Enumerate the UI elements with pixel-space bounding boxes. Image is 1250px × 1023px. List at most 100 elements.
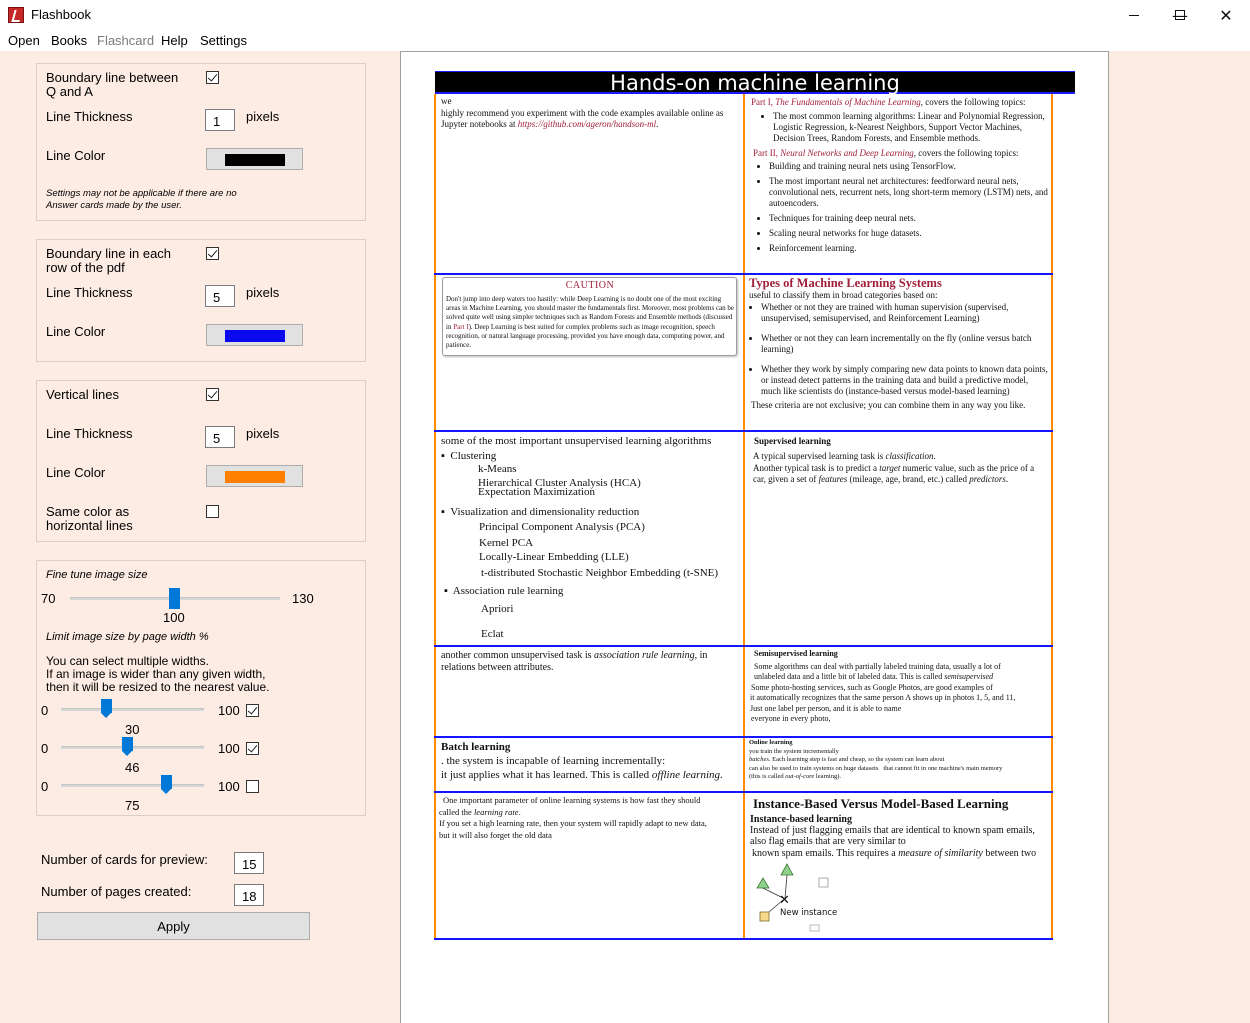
card-r1-answer: Part I, The Fundamentals of Machine Lear…	[751, 97, 1049, 272]
semi-l2b: semisupervised	[944, 672, 994, 681]
right-border-line	[1051, 94, 1053, 940]
vertical-lines-checkbox[interactable]	[206, 388, 219, 401]
types-heading: Types of Machine Learning Systems	[749, 276, 942, 290]
pages-count-input: 18	[234, 884, 264, 906]
types-bullet: Whether or not they are trained with hum…	[761, 302, 1049, 324]
width3-slider-track[interactable]	[61, 784, 204, 787]
r1-left-text-b: .	[656, 119, 659, 129]
types-bullet: Whether or not they can learn incrementa…	[761, 333, 1049, 355]
row-boundary-label: Boundary line in each row of the pdf	[46, 246, 172, 275]
menu-settings[interactable]: Settings	[200, 33, 247, 48]
part1-heading: Part I, The Fundamentals of Machine Lear…	[751, 97, 1049, 108]
online-l3b: that cannot fit in one machine's main me…	[883, 764, 1003, 772]
width2-checkbox[interactable]	[246, 742, 259, 755]
width1-slider-thumb[interactable]	[101, 699, 112, 718]
lr-line2: called the learning rate.	[439, 807, 741, 819]
inst-l3c: between two	[982, 848, 1037, 859]
triangle-icon	[780, 863, 794, 876]
fine-tune-slider-thumb[interactable]	[169, 588, 180, 609]
width1-checkbox[interactable]	[246, 704, 259, 717]
vertical-color-button[interactable]	[206, 465, 303, 487]
instance-line2: also flag emails that are very similar t…	[750, 836, 906, 847]
r1-left-text: highly recommend you experiment with the…	[441, 108, 739, 130]
kmeans-item: k-Means	[478, 463, 517, 475]
row-thickness-label: Line Thickness	[46, 285, 133, 300]
qa-color-button[interactable]	[206, 148, 303, 170]
types-list: Whether or not they are trained with hum…	[749, 302, 1049, 397]
vertical-thickness-input[interactable]: 5	[205, 426, 235, 448]
lr-line4: but it will also forget the old data	[439, 829, 552, 840]
menu-open[interactable]: Open	[8, 33, 40, 48]
sup-t2a: Another typical task is to predict a	[753, 463, 880, 473]
sup-t2d: features	[818, 474, 848, 484]
semi-l2a: unlabeled data and a little bit of label…	[754, 672, 945, 681]
caution-link[interactable]: Part I	[453, 323, 468, 331]
row-divider	[434, 645, 1053, 647]
supervised-line1: A typical supervised learning task is cl…	[753, 451, 1049, 462]
part2-title: Neural Networks and Deep Learning	[780, 148, 914, 158]
minimize-button-icon[interactable]	[1111, 0, 1157, 30]
width3-value: 75	[125, 798, 140, 813]
jupyter-link[interactable]: https://github.com/ageron/handson-ml	[518, 119, 656, 129]
width1-value: 30	[125, 722, 140, 737]
semi-line4: it automatically recognizes that the sam…	[750, 693, 1016, 702]
maximize-button[interactable]	[1157, 0, 1203, 30]
apply-button[interactable]: Apply	[37, 912, 310, 940]
sup-t1b: classification	[885, 451, 934, 461]
part2-prefix: Part II,	[753, 148, 781, 158]
width3-min: 0	[41, 779, 49, 794]
menu-help[interactable]: Help	[161, 33, 188, 48]
menu-flashcard[interactable]: Flashcard	[97, 33, 154, 48]
new-instance-label: New instance	[780, 908, 837, 918]
width3-slider-thumb[interactable]	[161, 775, 172, 794]
preview-count-input[interactable]: 15	[234, 852, 264, 874]
vertical-color-label: Line Color	[46, 465, 106, 480]
limit-width-label: Limit image size by page width %	[46, 631, 209, 643]
tsne-item: t-distributed Stochastic Neighbor Embedd…	[481, 567, 719, 579]
unsupervised-heading: some of the most important unsupervised …	[441, 435, 712, 447]
fine-tune-min: 70	[41, 591, 56, 606]
online-line4: (this is called out-of-core learning).	[749, 773, 1051, 782]
part2-list: Building and training neural nets using …	[751, 161, 1049, 254]
qa-thickness-unit: pixels	[246, 109, 280, 124]
types-intro: useful to classify them in broad categor…	[749, 290, 938, 300]
instance-line3: known spam emails. This requires a measu…	[752, 848, 1050, 859]
qa-color-swatch	[225, 154, 285, 166]
width2-max: 100	[218, 741, 240, 756]
lr-l2b: learning rate	[473, 806, 519, 817]
association-label: Association rule learning	[452, 585, 564, 597]
part2-bullet: Scaling neural networks for huge dataset…	[769, 228, 1049, 239]
part2-bullet: Building and training neural nets using …	[769, 161, 1049, 172]
sup-t2b: target	[879, 463, 901, 473]
part2-suffix: , covers the following topics:	[913, 148, 1019, 158]
width1-slider-track[interactable]	[61, 708, 204, 711]
width2-slider-thumb[interactable]	[122, 737, 133, 756]
instance-heading: Instance-Based Versus Model-Based Learni…	[753, 796, 1009, 811]
batch-l2c: .	[720, 769, 723, 781]
part2-bullet: Reinforcement learning.	[769, 243, 1049, 254]
part1-suffix: , covers the following topics:	[920, 97, 1026, 107]
fine-tune-label: Fine tune image size	[46, 569, 148, 581]
title-bar: Flashbook — ✕	[0, 0, 1250, 30]
width3-checkbox[interactable]	[246, 780, 259, 793]
qa-boundary-checkbox[interactable]	[206, 71, 219, 84]
row-color-button[interactable]	[206, 324, 303, 346]
online-l2b: . Each learning step is fast and cheap, …	[768, 756, 945, 763]
batch-line2: it just applies what it has learned. Thi…	[441, 768, 741, 782]
sup-t2e: (mileage, age, brand, etc.) called	[847, 474, 970, 484]
online-l4b: out-of-core	[785, 773, 815, 780]
same-color-checkbox[interactable]	[206, 505, 219, 518]
sup-t1c: .	[933, 451, 936, 461]
limit-help-3: then it will be resized to the nearest v…	[46, 680, 270, 694]
instance-based-figure: ✕ New instance	[756, 863, 837, 932]
assoc-rule-text: another common unsupervised task is asso…	[441, 650, 741, 674]
caution-content: CAUTION Don't jump into deep waters too …	[446, 280, 734, 354]
row-divider	[434, 430, 1053, 432]
row-thickness-input[interactable]: 5	[205, 285, 235, 307]
close-button[interactable]: ✕	[1203, 0, 1249, 30]
menu-books[interactable]: Books	[51, 33, 87, 48]
qa-thickness-input[interactable]: 1	[205, 109, 235, 131]
row-boundary-checkbox[interactable]	[206, 247, 219, 260]
card-r4-question: another common unsupervised task is asso…	[441, 650, 741, 734]
fine-tune-max: 130	[292, 591, 314, 606]
